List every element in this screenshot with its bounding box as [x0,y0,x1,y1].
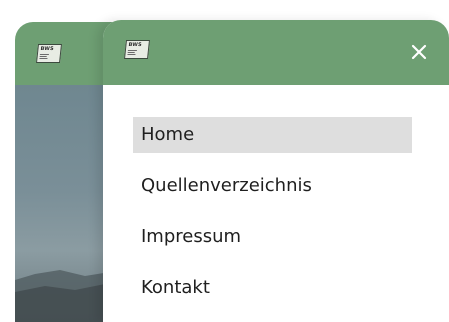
menu-item-quellenverzeichnis[interactable]: Quellenverzeichnis [133,168,412,204]
drawer-header: BWS [103,20,449,85]
menu-item-home[interactable]: Home [133,117,412,153]
menu-item-impressum[interactable]: Impressum [133,219,412,255]
site-logo[interactable]: BWS [124,40,150,59]
site-logo-text: BWS [128,42,143,48]
close-icon [411,44,427,60]
background-logo: BWS [36,44,62,63]
menu-item-kontakt[interactable]: Kontakt [133,270,412,306]
background-logo-text: BWS [40,46,55,52]
navigation-drawer: BWS Home Quellenverzeichnis Impressum Ko… [103,20,449,322]
main-menu: Home Quellenverzeichnis Impressum Kontak… [133,117,412,321]
close-button[interactable] [409,42,429,62]
